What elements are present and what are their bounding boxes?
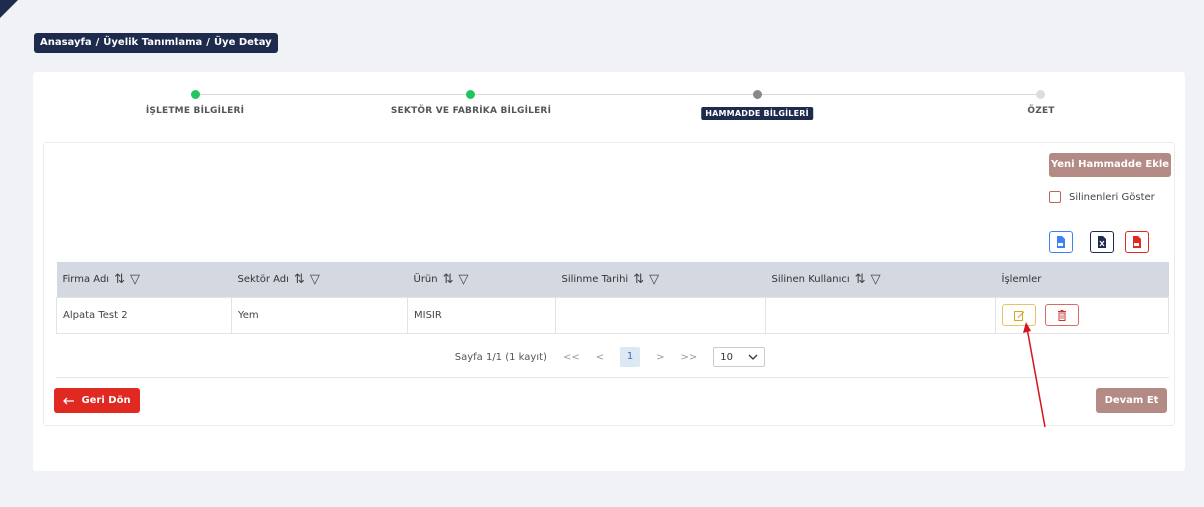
edit-button[interactable] — [1002, 304, 1036, 326]
filter-icon[interactable]: ▽ — [310, 272, 320, 287]
main-card: İŞLETME BİLGİLERİ SEKTÖR VE FABRİKA BİLG… — [33, 72, 1185, 471]
breadcrumb: Anasayfa / Üyelik Tanımlama / Üye Detay — [34, 33, 278, 53]
step-dot-completed — [466, 90, 475, 99]
column-header-firma[interactable]: Firma Adı ⇅ ▽ — [56, 262, 232, 297]
step-label-ozet[interactable]: ÖZET — [1027, 106, 1054, 116]
page-number-button[interactable]: 1 — [620, 347, 641, 367]
continue-button[interactable]: Devam Et — [1096, 388, 1167, 413]
sort-icon[interactable]: ⇅ — [855, 272, 866, 287]
breadcrumb-member-detail: Üye Detay — [213, 37, 272, 48]
back-button[interactable]: Geri Dön — [54, 388, 140, 413]
breadcrumb-home[interactable]: Anasayfa — [40, 33, 92, 53]
edit-icon — [1013, 310, 1024, 321]
cell-firma: Alpata Test 2 — [56, 296, 232, 334]
show-deleted-checkbox[interactable] — [1049, 191, 1061, 203]
step-label-hammadde[interactable]: HAMMADDE BİLGİLERİ — [701, 107, 813, 120]
export-pdf-button[interactable] — [1125, 231, 1149, 253]
step-connector — [758, 94, 1041, 95]
filter-icon[interactable]: ▽ — [130, 272, 140, 287]
step-connector — [471, 94, 758, 95]
breadcrumb-membership[interactable]: Üyelik Tanımlama — [103, 33, 202, 53]
sort-icon[interactable]: ⇅ — [294, 272, 305, 287]
pagination: Sayfa 1/1 (1 kayıt) << < 1 > >> 10 — [44, 342, 1176, 372]
prev-page-button[interactable]: < — [596, 352, 604, 363]
sort-icon[interactable]: ⇅ — [114, 272, 125, 287]
chevron-down-icon — [748, 354, 758, 360]
step-dot-pending — [1036, 90, 1045, 99]
column-label: Firma Adı — [62, 273, 110, 285]
page-size-select[interactable]: 10 — [713, 347, 766, 367]
next-page-button[interactable]: > — [656, 352, 664, 363]
column-header-islemler: İşlemler — [995, 262, 1169, 297]
export-csv-button[interactable] — [1049, 231, 1073, 253]
table-row[interactable]: Alpata Test 2 Yem MISIR — [56, 296, 1169, 334]
first-page-button[interactable]: << — [563, 352, 580, 363]
cell-actions — [995, 296, 1169, 334]
column-label: Silinme Tarihi — [561, 273, 629, 285]
column-label: İşlemler — [1001, 273, 1042, 285]
arrow-left-icon — [63, 397, 75, 404]
column-header-silinen-kullanici[interactable]: Silinen Kullanıcı ⇅ ▽ — [765, 262, 996, 297]
raw-material-table: Firma Adı ⇅ ▽ Sektör Adı ⇅ ▽ Ürün ⇅ ▽ Silinme … — [56, 262, 1169, 334]
filter-icon[interactable]: ▽ — [459, 272, 469, 287]
page-size-value: 10 — [720, 351, 733, 363]
delete-button[interactable] — [1045, 304, 1080, 326]
filter-icon[interactable]: ▽ — [871, 272, 881, 287]
cell-sektor: Yem — [231, 296, 408, 334]
step-dot-completed — [191, 90, 200, 99]
add-raw-material-button[interactable]: Yeni Hammadde Ekle — [1049, 153, 1171, 177]
step-label-isletme[interactable]: İŞLETME BİLGİLERİ — [146, 106, 244, 116]
sort-icon[interactable]: ⇅ — [443, 272, 454, 287]
export-excel-button[interactable] — [1090, 231, 1114, 253]
raw-material-card: Yeni Hammadde Ekle Silinenleri Göster Fi… — [43, 142, 1175, 426]
step-label-sektor[interactable]: SEKTÖR VE FABRİKA BİLGİLERİ — [391, 106, 551, 116]
pagination-summary: Sayfa 1/1 (1 kayıt) — [454, 351, 547, 363]
file-pdf-icon — [1133, 236, 1141, 248]
brand-corner-decoration — [0, 0, 18, 18]
show-deleted-toggle[interactable]: Silinenleri Göster — [1049, 190, 1155, 204]
column-header-silinme-tarihi[interactable]: Silinme Tarihi ⇅ ▽ — [555, 262, 766, 297]
breadcrumb-separator: / — [206, 37, 210, 48]
column-header-urun[interactable]: Ürün ⇅ ▽ — [407, 262, 556, 297]
cell-silinen-kullanici — [765, 296, 996, 334]
breadcrumb-separator: / — [95, 37, 100, 48]
last-page-button[interactable]: >> — [680, 352, 697, 363]
trash-icon — [1058, 309, 1067, 321]
filter-icon[interactable]: ▽ — [649, 272, 659, 287]
file-excel-icon — [1098, 236, 1106, 248]
file-csv-icon — [1057, 236, 1065, 248]
column-label: Ürün — [413, 273, 438, 285]
cell-urun: MISIR — [407, 296, 556, 334]
back-button-label: Geri Dön — [81, 395, 131, 406]
column-label: Silinen Kullanıcı — [771, 273, 850, 285]
column-label: Sektör Adı — [237, 273, 289, 285]
cell-silinme-tarihi — [555, 296, 766, 334]
column-header-sektor[interactable]: Sektör Adı ⇅ ▽ — [231, 262, 408, 297]
stepper: İŞLETME BİLGİLERİ SEKTÖR VE FABRİKA BİLG… — [33, 72, 1185, 132]
show-deleted-label: Silinenleri Göster — [1069, 191, 1155, 203]
step-dot-active — [753, 90, 762, 99]
divider — [56, 377, 1169, 378]
sort-icon[interactable]: ⇅ — [633, 272, 644, 287]
step-connector — [195, 94, 471, 95]
